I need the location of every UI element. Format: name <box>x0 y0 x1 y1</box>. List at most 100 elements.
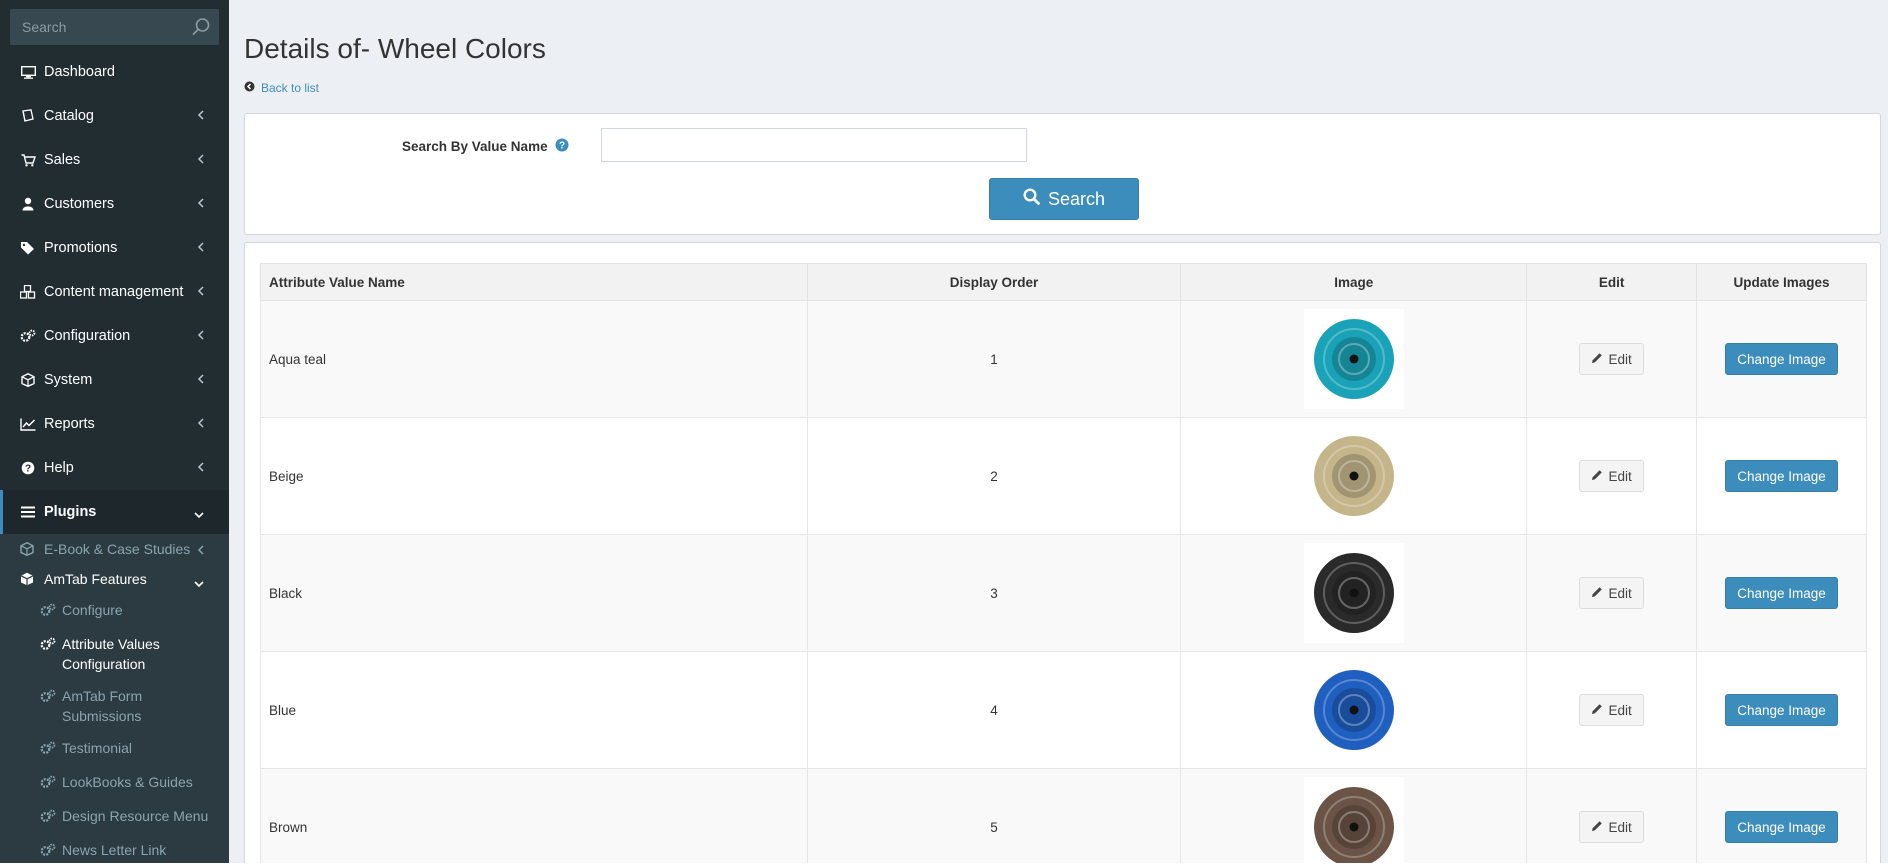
sidebar-search <box>10 9 219 45</box>
svg-text:?: ? <box>25 464 31 475</box>
page-title: Details of- Wheel Colors <box>244 33 546 64</box>
value-name-search-input[interactable] <box>601 128 1027 162</box>
sidebar-item-newsletter-link[interactable]: News Letter Link Configuration <box>0 834 229 863</box>
col-header-display-order[interactable]: Display Order <box>806 263 1182 301</box>
sidebar-item-content-management[interactable]: Content management <box>0 270 229 314</box>
sidebar-menu: Dashboard Catalog Sales Customers Promot… <box>0 50 229 863</box>
edit-button[interactable]: Edit <box>1579 343 1644 375</box>
sidebar-item-reports[interactable]: Reports <box>0 402 229 446</box>
change-image-button[interactable]: Change Image <box>1725 811 1838 843</box>
sidebar-item-testimonial[interactable]: Testimonial <box>0 732 229 766</box>
chevron-down-icon <box>193 507 205 523</box>
sidebar-item-label: System <box>44 372 93 388</box>
cube-icon <box>20 542 36 556</box>
edit-button[interactable]: Edit <box>1579 694 1644 726</box>
svg-text:?: ? <box>559 141 565 152</box>
sidebar-item-lookbooks[interactable]: LookBooks & Guides <box>0 766 229 800</box>
cubes-icon <box>20 284 36 300</box>
sidebar-item-attribute-values[interactable]: Attribute Values Configuration <box>0 628 229 680</box>
sidebar-item-amtab-features[interactable]: AmTab Features <box>0 564 229 594</box>
chevron-left-icon <box>197 417 205 433</box>
sidebar-item-amtab-form-submissions[interactable]: AmTab Form Submissions <box>0 680 229 732</box>
tags-icon <box>20 240 36 256</box>
wheel-image <box>1303 660 1404 760</box>
sidebar-item-customers[interactable]: Customers <box>0 182 229 226</box>
table-row: Aqua teal 1 Edit Change Image <box>260 300 1867 418</box>
search-button-label: Search <box>1047 188 1106 209</box>
edit-cell: Edit <box>1526 534 1698 652</box>
sidebar-item-configuration[interactable]: Configuration <box>0 314 229 358</box>
edit-button[interactable]: Edit <box>1579 460 1644 492</box>
display-order: 5 <box>806 768 1182 868</box>
help-icon[interactable]: ? <box>555 138 569 155</box>
edit-button-label: Edit <box>1608 702 1632 718</box>
main-content: Details of- Wheel Colors Back to list Se… <box>229 0 1888 868</box>
back-to-list-link[interactable]: Back to list <box>244 81 319 95</box>
page-bottom-edge <box>0 863 1888 868</box>
sidebar-item-ebook[interactable]: E-Book & Case Studies <box>0 534 229 564</box>
sidebar-item-label: Dashboard <box>44 64 115 80</box>
search-icon <box>1023 188 1040 210</box>
sidebar-item-sales[interactable]: Sales <box>0 138 229 182</box>
wheel-image <box>1303 309 1404 409</box>
search-button[interactable]: Search <box>989 178 1139 220</box>
sidebar-item-label: LookBooks & Guides <box>62 774 193 790</box>
edit-cell: Edit <box>1526 417 1698 535</box>
edit-cell: Edit <box>1526 768 1698 868</box>
image-cell <box>1180 534 1528 652</box>
search-panel: Search By Value Name ? Search <box>244 113 1881 235</box>
sidebar-item-label: Design Resource Menu <box>62 808 209 824</box>
edit-button-label: Edit <box>1608 468 1632 484</box>
sidebar-item-system[interactable]: System <box>0 358 229 402</box>
question-circle-icon: ? <box>20 460 36 476</box>
sidebar-search-input[interactable] <box>10 9 219 45</box>
col-header-image: Image <box>1180 263 1528 301</box>
sidebar-item-label: AmTab Form Submissions <box>62 688 143 724</box>
sidebar-item-label: News Letter Link Configuration <box>62 842 167 863</box>
chevron-left-icon <box>197 153 205 169</box>
sidebar-item-catalog[interactable]: Catalog <box>0 94 229 138</box>
bars-icon <box>20 504 36 520</box>
sidebar-item-configure[interactable]: Configure <box>0 594 229 628</box>
update-images-cell: Change Image <box>1696 651 1867 769</box>
col-header-edit: Edit <box>1526 263 1698 301</box>
change-image-button[interactable]: Change Image <box>1725 460 1838 492</box>
chevron-left-icon <box>197 373 205 389</box>
display-order: 1 <box>806 300 1182 418</box>
display-order: 3 <box>806 534 1182 652</box>
shopping-cart-icon <box>20 152 36 168</box>
back-to-list-label: Back to list <box>261 81 320 95</box>
table-row: Blue 4 Edit Change Image <box>260 651 1867 769</box>
table-row: Brown 5 Edit Change Image <box>260 768 1867 868</box>
image-cell <box>1180 768 1528 868</box>
update-images-cell: Change Image <box>1696 300 1867 418</box>
edit-button[interactable]: Edit <box>1579 577 1644 609</box>
search-label-text: Search By Value Name <box>402 139 548 154</box>
edit-cell: Edit <box>1526 651 1698 769</box>
gears-icon <box>20 328 36 344</box>
sidebar-item-label: Configuration <box>44 328 131 344</box>
sidebar-item-help[interactable]: ? Help <box>0 446 229 490</box>
wheel-image <box>1303 777 1404 868</box>
sidebar-item-plugins[interactable]: Plugins <box>0 490 229 534</box>
chevron-left-icon <box>197 109 205 125</box>
change-image-button[interactable]: Change Image <box>1725 343 1838 375</box>
chevron-left-icon <box>197 285 205 301</box>
attribute-value-name: Black <box>260 534 808 652</box>
gears-icon <box>40 808 56 828</box>
sidebar-item-dashboard[interactable]: Dashboard <box>0 50 229 94</box>
pencil-icon <box>1591 352 1603 367</box>
sidebar-item-promotions[interactable]: Promotions <box>0 226 229 270</box>
change-image-button[interactable]: Change Image <box>1725 694 1838 726</box>
update-images-cell: Change Image <box>1696 768 1867 868</box>
sidebar-item-design-resource-menu[interactable]: Design Resource Menu <box>0 800 229 834</box>
col-header-name[interactable]: Attribute Value Name <box>260 263 808 301</box>
update-images-cell: Change Image <box>1696 534 1867 652</box>
attribute-value-name: Aqua teal <box>260 300 808 418</box>
sidebar-item-label: Attribute Values Configuration <box>62 636 160 672</box>
search-icon[interactable] <box>191 17 211 42</box>
chevron-left-icon <box>197 543 205 559</box>
change-image-button[interactable]: Change Image <box>1725 577 1838 609</box>
table-header-row: Attribute Value Name Display Order Image… <box>260 263 1867 301</box>
edit-button[interactable]: Edit <box>1579 811 1644 843</box>
